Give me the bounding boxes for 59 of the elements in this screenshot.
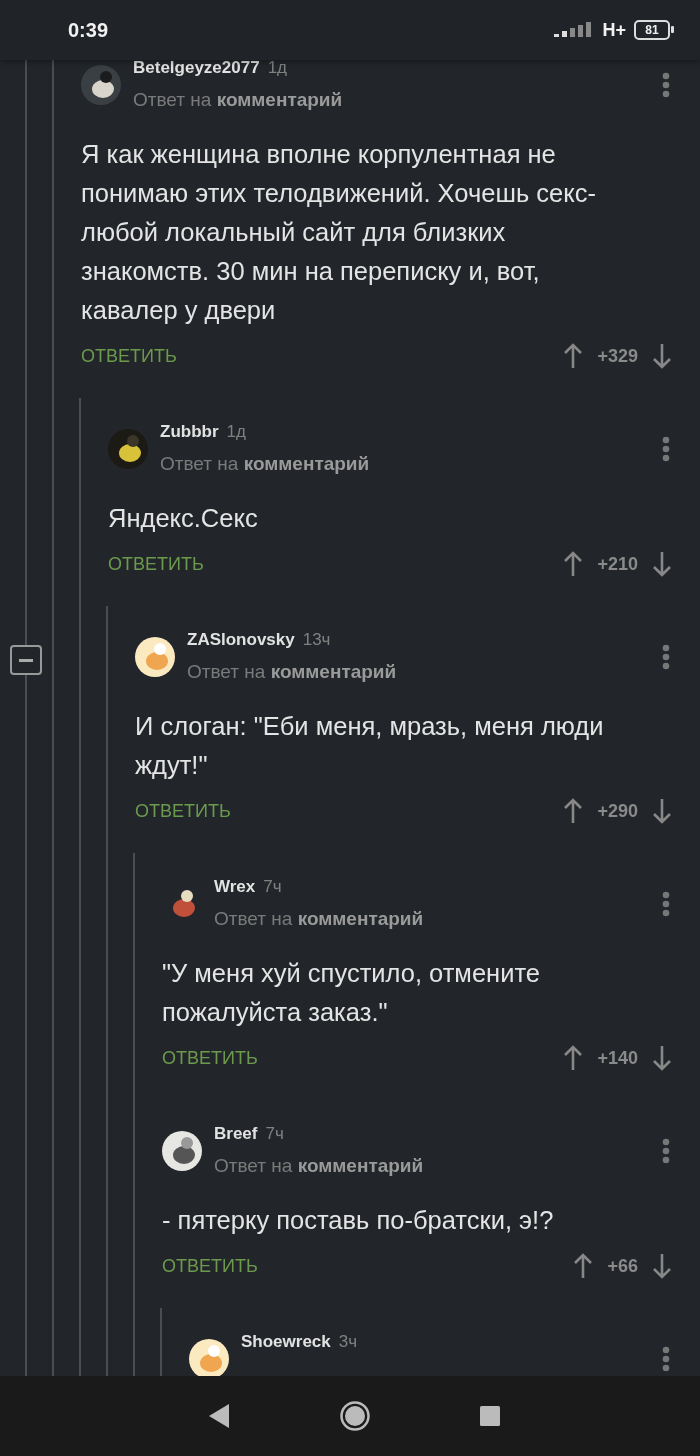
more-options-icon[interactable] [662,436,670,462]
more-options-icon[interactable] [662,1138,670,1164]
rating-score: +140 [597,1047,638,1069]
upvote-icon[interactable] [563,343,584,369]
comment-text: "У меня хуй спустило, отмените пожалуйста заказ." [162,958,541,1028]
downvote-icon[interactable] [652,551,672,577]
comment-text: - пятерку поставь по-братски, э!? [162,1205,555,1236]
downvote-icon[interactable] [652,1045,672,1071]
downvote-icon[interactable] [652,343,672,369]
comment-time: 7ч [263,877,282,897]
comment-time: 13ч [302,630,331,650]
comment-time: 7ч [265,1124,284,1144]
username-link[interactable]: Betelgeyze2077 [133,60,260,78]
reply-button[interactable]: ОТВЕТИТЬ [162,1047,258,1069]
upvote-icon[interactable] [563,1045,584,1071]
network-type: H+ [602,19,626,41]
avatar[interactable] [108,429,148,469]
upvote-icon[interactable] [573,1253,594,1279]
more-options-icon[interactable] [662,72,670,98]
username-link[interactable]: Breef [214,1124,258,1144]
username-link[interactable]: ZASlonovsky [187,630,295,650]
downvote-icon[interactable] [652,1253,672,1279]
rating-score: +210 [597,553,638,575]
more-options-icon[interactable] [662,891,670,917]
rating-score: +66 [607,1255,638,1277]
reply-to-link[interactable]: Ответ на комментарий [160,447,662,481]
username-link[interactable]: Wrex [214,877,256,897]
comment-time: 1д [226,422,246,442]
avatar[interactable] [81,65,121,105]
comment-time: 3ч [338,1332,358,1352]
more-options-icon[interactable] [662,1346,670,1372]
back-icon[interactable] [208,1403,230,1429]
reply-to-link[interactable]: Ответ на комментарий [214,902,662,936]
home-icon[interactable] [340,1401,370,1431]
upvote-icon[interactable] [563,551,584,577]
avatar[interactable] [135,637,175,677]
reply-button[interactable]: ОТВЕТИТЬ [162,1255,258,1277]
rating-score: +329 [597,345,638,367]
reply-button[interactable]: ОТВЕТИТЬ [108,553,204,575]
reply-button[interactable]: ОТВЕТИТЬ [135,800,231,822]
comment-text: Я как женщина вполне корпулентная не понимаю этих телодвижений. Хочешь секс- любой локальный сайт для близких знакомств. 30 мин на переписку и, вот, кавалер у двери [81,139,597,326]
clock: 0:39 [68,18,109,42]
comment-text: И слоган: "Еби меня, мразь, меня люди ждут!" [135,711,605,781]
username-link[interactable]: Shoewreck [241,1332,331,1352]
reply-to-link[interactable]: Ответ на комментарий [133,83,662,117]
comment-time: 1д [267,60,287,78]
comment-text: Яндекс.Секс [108,503,259,534]
minus-icon [19,658,33,662]
reply-to-link[interactable]: Ответ на комментарий [187,655,662,689]
downvote-icon[interactable] [652,798,672,824]
more-options-icon[interactable] [662,644,670,670]
upvote-icon[interactable] [563,798,584,824]
avatar[interactable] [189,1339,229,1376]
collapse-thread-button[interactable] [10,645,42,675]
username-link[interactable]: Zubbbr [160,422,219,442]
avatar[interactable] [162,1131,202,1171]
reply-to-link[interactable]: Ответ на комментарий [214,1149,662,1183]
rating-score: +290 [597,800,638,822]
reply-button[interactable]: ОТВЕТИТЬ [81,345,177,367]
